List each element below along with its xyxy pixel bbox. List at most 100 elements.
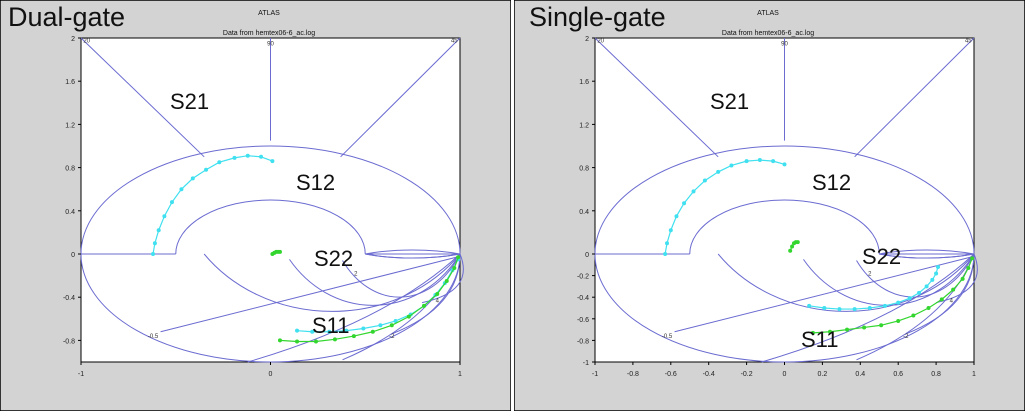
panel-title: Single-gate — [529, 2, 666, 32]
data-point-s21 — [204, 167, 209, 172]
data-point-s11 — [879, 323, 884, 328]
x-tick-label: 0.8 — [931, 371, 941, 378]
data-point-s21 — [151, 252, 156, 256]
data-point-s11 — [970, 256, 975, 261]
x-tick-label: -0.4 — [703, 371, 715, 378]
y-tick-label: -0.4 — [63, 295, 75, 302]
grid-label: 45 — [965, 38, 972, 44]
y-tick-label: 2 — [71, 36, 75, 43]
label-s21: S21 — [710, 89, 749, 114]
y-tick-label: 0 — [585, 252, 589, 259]
x-tick-label: -0.6 — [665, 371, 677, 378]
label-s21: S21 — [170, 89, 209, 114]
data-point-s11 — [313, 339, 318, 344]
data-point-s21 — [771, 159, 776, 164]
data-point-s22 — [807, 303, 812, 308]
y-tick-label: 0.4 — [579, 209, 589, 216]
x-tick-label: -0.8 — [627, 371, 639, 378]
label-s11: S11 — [801, 327, 839, 352]
panel-title: Dual-gate — [8, 2, 125, 32]
x-tick-label: 0 — [783, 371, 787, 378]
data-point-s22 — [822, 306, 827, 310]
x-tick-label: 1 — [972, 371, 976, 378]
data-point-s11 — [389, 323, 394, 328]
x-tick-label: 0 — [269, 371, 273, 378]
data-point-s22 — [852, 307, 857, 312]
data-point-s22 — [361, 326, 366, 331]
data-point-s11 — [862, 325, 867, 330]
x-tick-label: 0.4 — [855, 371, 865, 378]
data-point-s21 — [682, 201, 687, 206]
data-point-s21 — [674, 214, 679, 219]
data-point-s21 — [232, 155, 237, 160]
chart-subheader: Data from hemtex06-6_ac.log — [223, 30, 315, 37]
data-point-s11 — [939, 297, 944, 302]
data-point-s22 — [934, 271, 939, 276]
x-tick-label: 1 — [458, 371, 462, 378]
x-tick-label: 0.6 — [893, 371, 903, 378]
label-s11: S11 — [312, 313, 350, 338]
y-tick-label: 2 — [585, 36, 589, 43]
data-point-s11 — [370, 329, 375, 334]
data-point-s21 — [665, 241, 670, 246]
y-tick-label: 1.2 — [579, 122, 589, 129]
data-point-s22 — [378, 323, 383, 328]
data-point-s21 — [152, 241, 157, 246]
y-tick-label: 0.8 — [65, 166, 75, 173]
y-tick-label: 0 — [71, 252, 75, 259]
grid-label: 45 — [451, 38, 458, 44]
grid-label: 20 — [83, 38, 90, 44]
data-point-s21 — [190, 176, 195, 181]
data-point-s21 — [169, 200, 174, 205]
data-point-s22 — [924, 284, 929, 289]
data-point-s21 — [702, 178, 707, 183]
y-tick-label: -1 — [583, 360, 589, 367]
data-point-s21 — [716, 169, 721, 174]
data-point-s22 — [867, 306, 872, 310]
data-point-s11 — [926, 306, 931, 310]
grid-label: 90 — [781, 42, 788, 48]
data-point-s11 — [444, 279, 449, 283]
data-point-s21 — [663, 252, 668, 256]
panel-single-gate: 20 90 45 2 4 -2 -0.5 2 1.6 1.2 0.8 0.4 0 -0.2 -0.4 -0.… — [514, 0, 1025, 411]
grid-label: -0.5 — [662, 334, 673, 340]
data-point-s21 — [270, 159, 275, 164]
grid-label: 90 — [267, 42, 274, 48]
y-tick-label: -0.8 — [63, 338, 75, 345]
y-tick-label: 1.6 — [579, 79, 589, 86]
grid-label: -2 — [903, 334, 909, 340]
label-s12: S12 — [296, 170, 335, 195]
y-tick-label: 1.2 — [65, 122, 75, 129]
label-s12: S12 — [812, 170, 851, 195]
chart-dual-gate: 20904524-2-0.5 21.61.20.80.40-0.4-0.8-1 0… — [0, 0, 511, 411]
data-point-s22 — [882, 303, 887, 308]
data-point-s21 — [259, 154, 264, 159]
data-point-s11 — [295, 339, 300, 344]
chart-header: ATLAS — [757, 10, 779, 17]
data-point-s22 — [837, 307, 842, 312]
data-point-s12 — [795, 240, 800, 245]
y-tick-label: -0.8 — [577, 338, 589, 345]
y-tick-label: 0.4 — [65, 209, 75, 216]
label-s22: S22 — [862, 244, 901, 269]
chart-single-gate: 20904524-2-0.5 21.61.20.80.40-0.2-0.4-0.… — [514, 0, 1025, 411]
data-point-s11 — [845, 327, 850, 332]
data-point-s22 — [896, 300, 901, 305]
data-point-s11 — [960, 276, 965, 281]
data-point-s21 — [162, 214, 167, 219]
data-point-s21 — [757, 158, 762, 163]
data-point-s22 — [907, 296, 912, 301]
data-point-s21 — [668, 228, 673, 233]
data-point-s11 — [966, 266, 971, 271]
chart-subheader: Data from hemtex06-6_ac.log — [722, 30, 814, 37]
data-point-s12 — [788, 248, 793, 253]
label-s22: S22 — [314, 246, 353, 271]
data-point-s21 — [782, 162, 787, 167]
data-point-s11 — [435, 291, 440, 296]
data-point-s21 — [179, 187, 184, 192]
panel-dual-gate: 20 90 45 2 4 -2 -0.5 2 1.6 1.2 0.8 0.4 0 -0.4 -0.8 -1 0… — [0, 0, 511, 411]
data-point-s21 — [217, 160, 222, 165]
data-point-s11 — [421, 303, 426, 308]
x-tick-label: -1 — [78, 371, 84, 378]
y-tick-label: 0.8 — [579, 166, 589, 173]
